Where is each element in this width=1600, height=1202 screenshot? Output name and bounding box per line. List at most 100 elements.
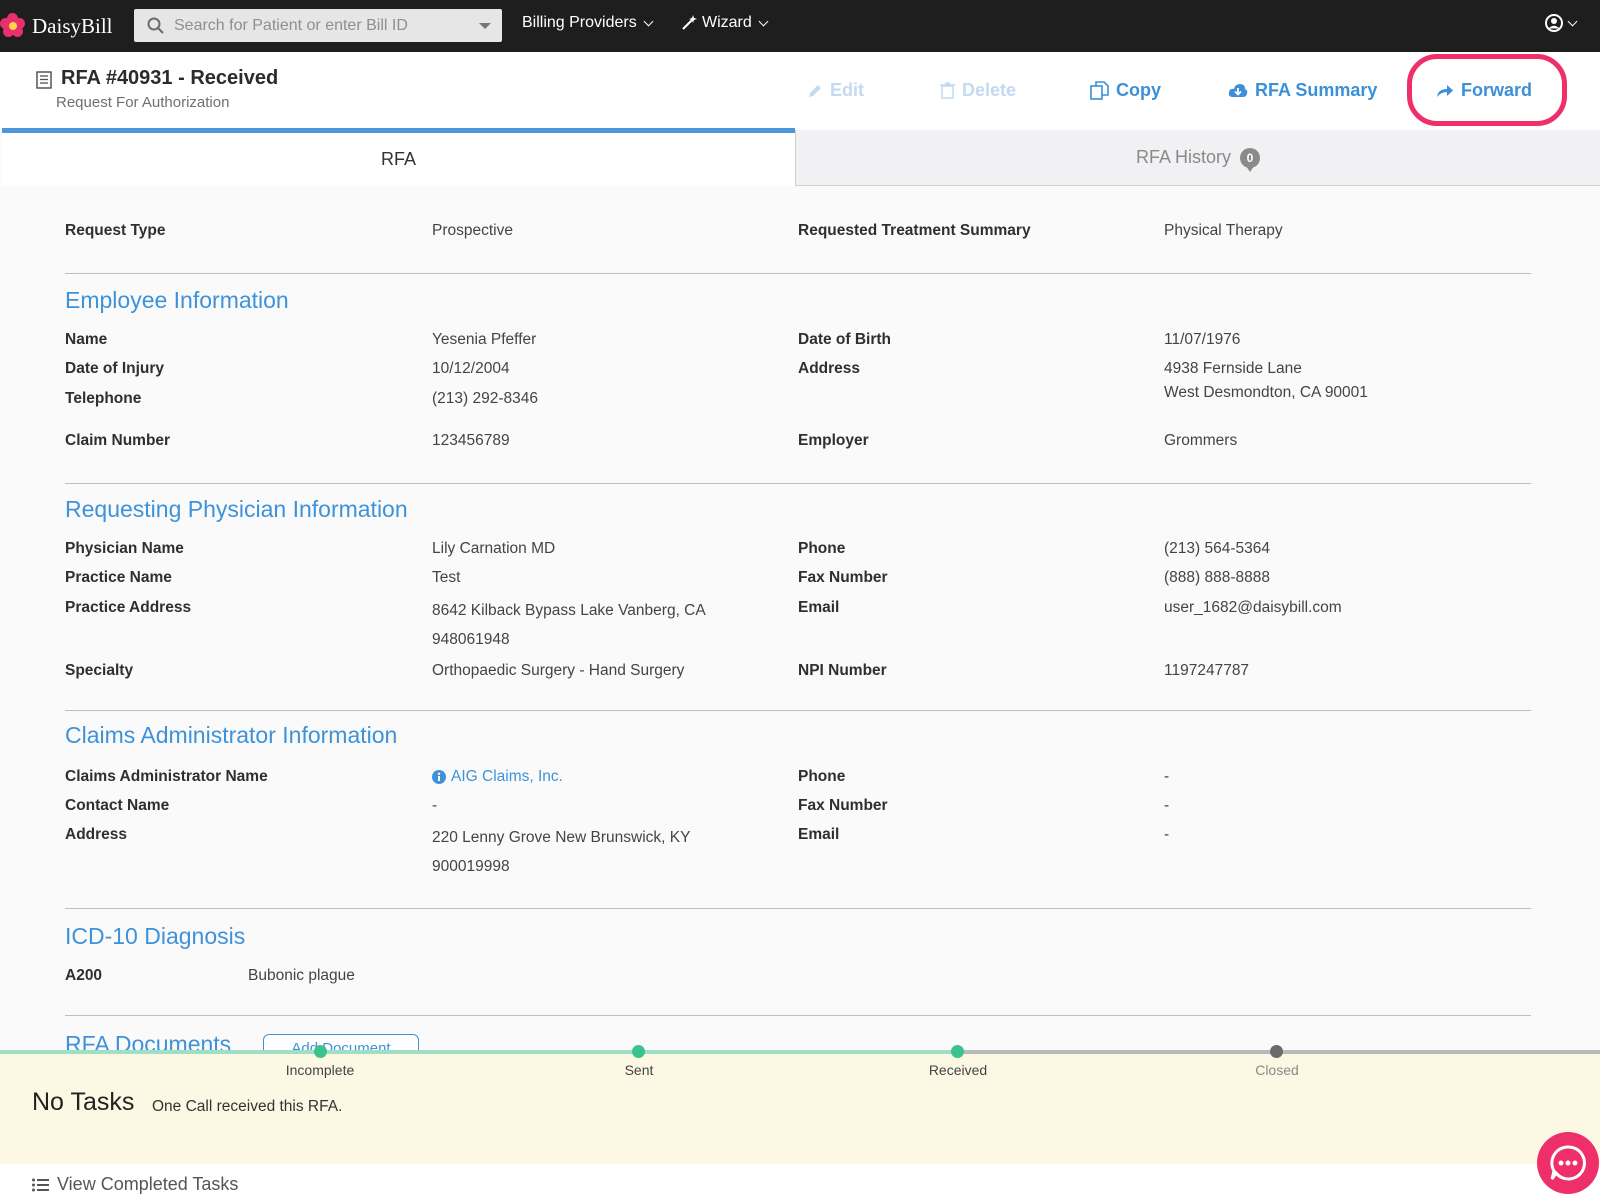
rfa-summary-label: RFA Summary <box>1255 80 1378 100</box>
divider <box>65 710 1531 711</box>
forward-highlight-ring <box>1407 54 1567 126</box>
claims-admin-section-title: Claims Administrator Information <box>65 722 398 748</box>
history-count-badge: 0 <box>1240 147 1261 172</box>
contact-name-label: Contact Name <box>65 797 170 814</box>
step-sent-check-icon <box>632 1045 645 1058</box>
view-completed-tasks-link[interactable]: View Completed Tasks <box>32 1174 238 1195</box>
diagnosis-description: Bubonic plague <box>248 967 355 984</box>
page-title: RFA #40931 - Received <box>61 67 279 89</box>
copy-icon <box>1090 81 1109 100</box>
treatment-summary-label: Requested Treatment Summary <box>798 222 1031 239</box>
divider <box>65 273 1531 274</box>
divider <box>65 483 1531 484</box>
tab-rfa[interactable]: RFA <box>2 128 795 186</box>
claims-admin-email-value: - <box>1164 826 1170 843</box>
physician-fax-label: Fax Number <box>798 569 888 586</box>
cloud-download-icon <box>1228 83 1248 97</box>
physician-name-value: Lily Carnation MD <box>432 540 556 557</box>
telephone-value: (213) 292-8346 <box>432 390 538 407</box>
user-avatar-icon <box>1545 14 1563 32</box>
employee-name-value: Yesenia Pfeffer <box>432 331 537 348</box>
practice-name-label: Practice Name <box>65 569 172 586</box>
claims-admin-phone-value: - <box>1164 768 1170 785</box>
date-of-injury-value: 10/12/2004 <box>432 360 510 377</box>
delete-label: Delete <box>962 80 1017 100</box>
claims-admin-name-label: Claims Administrator Name <box>65 768 268 785</box>
magic-wand-icon <box>682 15 697 30</box>
divider <box>65 1015 1531 1016</box>
chat-bubble-icon <box>1550 1145 1586 1181</box>
request-type-label: Request Type <box>65 222 166 239</box>
step-incomplete-check-icon <box>314 1045 327 1058</box>
pencil-icon <box>809 84 821 97</box>
rfa-summary-button[interactable]: RFA Summary <box>1228 80 1377 101</box>
user-menu[interactable] <box>1545 14 1578 32</box>
chat-button[interactable] <box>1537 1132 1599 1194</box>
physician-email-label: Email <box>798 599 840 616</box>
no-tasks-heading: No Tasks <box>32 1088 135 1116</box>
tab-rfa-history-label: RFA History <box>1135 147 1232 167</box>
dropdown-caret-icon[interactable] <box>479 23 491 29</box>
telephone-label: Telephone <box>65 390 142 407</box>
claim-number-value: 123456789 <box>432 432 510 449</box>
logo[interactable]: DaisyBill <box>0 12 113 40</box>
billing-providers-label: Billing Providers <box>522 14 637 31</box>
claims-admin-link[interactable]: AIG Claims, Inc. <box>432 762 563 791</box>
practice-address-line2: 948061948 <box>432 631 510 648</box>
physician-section-title: Requesting Physician Information <box>65 496 408 522</box>
trash-icon <box>940 82 955 99</box>
wizard-menu[interactable]: Wizard <box>681 14 769 32</box>
claims-admin-fax-value: - <box>1164 797 1170 814</box>
employer-value: Grommers <box>1164 432 1238 449</box>
daisy-logo-icon <box>0 13 26 39</box>
edit-label: Edit <box>830 80 864 100</box>
diagnosis-code: A200 <box>65 967 103 984</box>
edit-button[interactable]: Edit <box>807 80 864 101</box>
document-icon <box>36 71 52 89</box>
step-closed-dot-icon <box>1270 1045 1283 1058</box>
copy-button[interactable]: Copy <box>1090 80 1161 101</box>
claims-admin-fax-label: Fax Number <box>798 797 888 814</box>
info-icon <box>432 769 446 784</box>
step-label-sent: Sent <box>624 1062 654 1078</box>
brand-name: DaisyBill <box>32 13 113 38</box>
step-label-received: Received <box>928 1062 988 1078</box>
contact-name-value: - <box>432 797 438 814</box>
practice-address-label: Practice Address <box>65 599 192 616</box>
date-of-injury-label: Date of Injury <box>65 360 165 377</box>
date-of-birth-label: Date of Birth <box>798 331 891 348</box>
delete-button[interactable]: Delete <box>940 80 1016 101</box>
step-received-check-icon <box>951 1045 964 1058</box>
chevron-down-icon <box>1567 16 1578 26</box>
treatment-summary-value: Physical Therapy <box>1164 222 1283 239</box>
status-progress-done <box>0 1050 957 1054</box>
chevron-down-icon <box>643 16 654 26</box>
page-subtitle: Request For Authorization <box>56 94 230 111</box>
npi-number-label: NPI Number <box>798 662 887 679</box>
specialty-value: Orthopaedic Surgery - Hand Surgery <box>432 662 685 679</box>
wizard-label: Wizard <box>702 14 752 31</box>
task-message: One Call received this RFA. <box>152 1098 343 1115</box>
employer-label: Employer <box>798 432 869 449</box>
employee-address-label: Address <box>798 360 861 377</box>
physician-phone-value: (213) 564-5364 <box>1164 540 1270 557</box>
rfa-details: Request Type Prospective Requested Treat… <box>0 186 1600 1064</box>
tab-rfa-history[interactable]: RFA History 0 <box>795 130 1600 186</box>
physician-fax-value: (888) 888-8888 <box>1164 569 1270 586</box>
patient-search[interactable] <box>134 9 502 42</box>
claims-admin-address-label: Address <box>65 826 128 843</box>
claims-admin-address-line1: 220 Lenny Grove New Brunswick, KY <box>432 829 691 846</box>
employee-address-line2: West Desmondton, CA 90001 <box>1164 384 1368 401</box>
claims-admin-email-label: Email <box>798 826 840 843</box>
view-completed-tasks-label: View Completed Tasks <box>57 1174 239 1194</box>
physician-phone-label: Phone <box>798 540 846 557</box>
claim-number-label: Claim Number <box>65 432 171 449</box>
billing-providers-menu[interactable]: Billing Providers <box>522 14 654 32</box>
step-label-closed: Closed <box>1255 1062 1299 1078</box>
request-type-value: Prospective <box>432 222 513 239</box>
employee-name-label: Name <box>65 331 108 348</box>
search-input[interactable] <box>174 9 474 42</box>
practice-name-value: Test <box>432 569 461 586</box>
footer-bar <box>0 1164 1600 1202</box>
rfa-header: RFA #40931 - Received Request For Author… <box>0 52 1600 130</box>
